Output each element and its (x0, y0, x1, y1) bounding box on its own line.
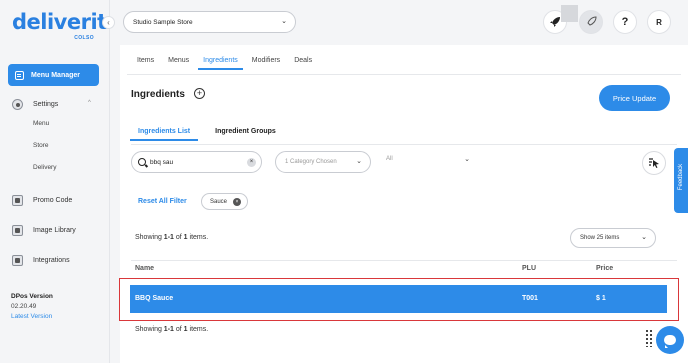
sidebar-subitem-store[interactable]: Store (33, 142, 49, 149)
sidebar-item-label: Settings (33, 101, 59, 108)
sidebar-subitem-menu[interactable]: Menu (33, 120, 49, 127)
search-input[interactable]: bbq sau × (131, 151, 262, 173)
showing-of: of (173, 234, 184, 241)
sidebar-item-label: Menu Manager (31, 71, 81, 79)
import-button[interactable] (642, 151, 666, 175)
tab-ingredient-groups[interactable]: Ingredient Groups (215, 128, 276, 141)
page-title: Ingredients (131, 89, 185, 100)
price-update-button[interactable]: Price Update (599, 85, 670, 111)
showing-count-top: Showing 1-1 of 1 items. (135, 234, 208, 241)
showing-prefix: Showing (135, 326, 164, 333)
close-icon[interactable]: × (233, 197, 241, 206)
chat-icon (664, 335, 676, 348)
settings-icon (12, 99, 23, 110)
sidebar-collapse-button[interactable]: ‹ (102, 16, 115, 29)
promo-code-icon (12, 195, 23, 206)
status-filter[interactable]: All ⌄ (386, 156, 470, 163)
highlight-box (119, 278, 679, 321)
table-divider (131, 260, 677, 261)
clear-search-icon[interactable]: × (247, 158, 256, 167)
showing-range: 1-1 (163, 234, 174, 241)
sidebar-item-label: Integrations (33, 257, 70, 264)
subtabs-divider (131, 144, 677, 145)
version-number: 02.20.49 (11, 303, 37, 310)
version-title: DPos Version (11, 293, 53, 300)
tab-menus[interactable]: Menus (168, 57, 189, 70)
feedback-label: Feedback (678, 163, 684, 191)
menu-manager-icon (15, 70, 24, 80)
search-icon (138, 158, 146, 166)
sidebar-item-label: Image Library (33, 227, 76, 234)
chat-button[interactable] (656, 326, 684, 354)
top-tabs: Items Menus Ingredients Modifiers Deals (137, 57, 326, 70)
sidebar-item-image-library[interactable]: Image Library (12, 225, 76, 236)
showing-prefix: Showing (135, 234, 164, 241)
user-avatar[interactable]: R (647, 10, 671, 34)
tab-ingredients-list[interactable]: Ingredients List (129, 128, 199, 141)
help-button[interactable]: ? (613, 10, 637, 34)
chevron-down-icon: ⌄ (641, 234, 647, 241)
sidebar-item-settings[interactable]: Settings (12, 99, 58, 110)
chevron-up-icon[interactable]: ^ (88, 100, 91, 106)
showing-range: 1-1 (163, 326, 174, 333)
page-size-value: Show 25 items (580, 235, 620, 241)
chevron-down-icon: ⌄ (356, 158, 362, 165)
chevron-down-icon: ⌄ (281, 18, 287, 25)
tabs-divider (127, 74, 681, 75)
placeholder-square (561, 5, 578, 22)
search-value: bbq sau (150, 158, 174, 166)
logo-subtitle: COLSO (74, 35, 94, 41)
category-filter[interactable]: 1 Category Chosen ⌄ (275, 151, 371, 173)
sidebar-subitem-delivery[interactable]: Delivery (33, 164, 56, 171)
sidebar-item-integrations[interactable]: Integrations (12, 255, 70, 266)
image-library-icon (12, 225, 23, 236)
store-selector-value: Studio Sample Store (133, 18, 193, 26)
column-header-name[interactable]: Name (135, 265, 154, 272)
sidebar: deliverit COLSO Menu Manager Settings ^ … (0, 0, 110, 363)
category-filter-value: 1 Category Chosen (285, 159, 337, 165)
rocket-icon (550, 17, 560, 27)
tab-ingredients[interactable]: Ingredients (198, 57, 243, 70)
chip-label: Sauce (210, 198, 228, 205)
version-info: DPos Version 02.20.49 Latest Version (11, 292, 53, 322)
store-selector[interactable]: Studio Sample Store ⌄ (123, 11, 296, 33)
logo-wordmark: deliverit (12, 10, 107, 34)
showing-suffix: items. (187, 234, 209, 241)
tab-items[interactable]: Items (137, 57, 154, 70)
rocket-outline-icon (587, 16, 597, 26)
page-size-select[interactable]: Show 25 items ⌄ (570, 228, 656, 248)
filter-chip-sauce: Sauce × (201, 193, 248, 210)
tab-deals[interactable]: Deals (294, 57, 312, 70)
deliverit-logo[interactable]: deliverit COLSO (12, 10, 107, 44)
sidebar-item-label: Promo Code (33, 197, 73, 204)
avatar-initial: R (656, 17, 662, 27)
chevron-down-icon: ⌄ (464, 156, 470, 163)
sub-tabs: Ingredients List Ingredient Groups (129, 128, 301, 141)
tab-modifiers[interactable]: Modifiers (252, 57, 280, 70)
latest-version-link[interactable]: Latest Version (11, 312, 53, 322)
showing-count-bottom: Showing 1-1 of 1 items. (135, 326, 208, 333)
column-header-price[interactable]: Price (596, 265, 613, 272)
add-ingredient-icon[interactable]: + (194, 88, 205, 99)
sidebar-item-promo-code[interactable]: Promo Code (12, 195, 72, 206)
reset-all-filter-link[interactable]: Reset All Filter (138, 198, 187, 205)
status-filter-value: All (386, 156, 393, 162)
showing-suffix: items. (187, 326, 209, 333)
rocket-alt-button[interactable] (579, 10, 603, 34)
help-icon: ? (621, 16, 629, 28)
feedback-tab[interactable]: Feedback (674, 148, 688, 213)
drag-handle-icon[interactable] (645, 329, 653, 347)
import-icon (649, 158, 659, 168)
showing-of: of (173, 326, 184, 333)
column-header-plu[interactable]: PLU (522, 265, 536, 272)
sidebar-item-menu-manager[interactable]: Menu Manager (8, 64, 99, 86)
integrations-icon (12, 255, 23, 266)
